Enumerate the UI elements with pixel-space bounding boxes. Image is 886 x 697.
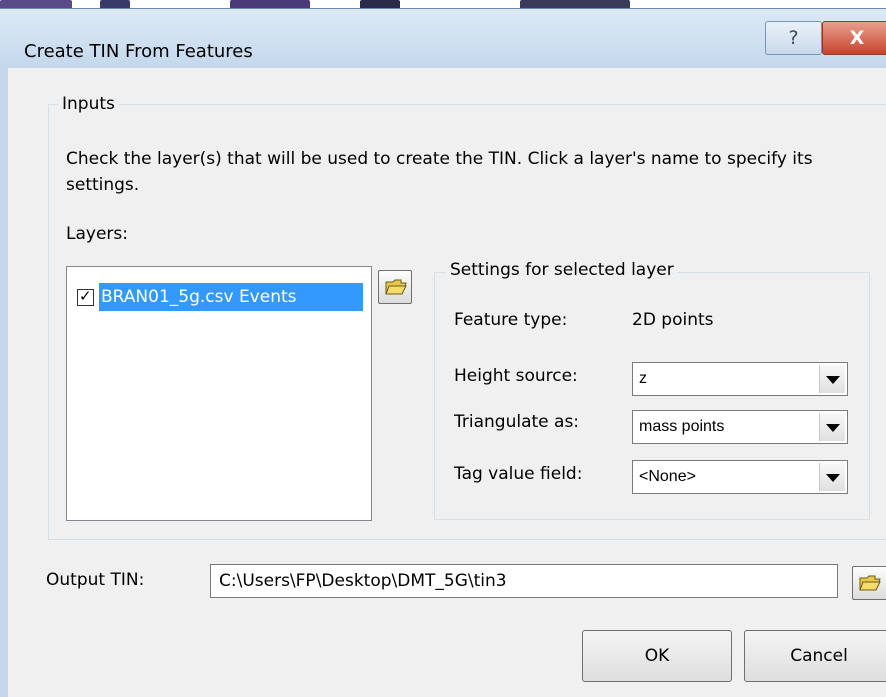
- window-frame: [0, 68, 8, 697]
- dropdown-arrow-icon: [826, 424, 840, 432]
- help-button[interactable]: ?: [765, 21, 822, 55]
- feature-type-value: 2D points: [632, 310, 714, 330]
- layer-item[interactable]: ✓ BRAN01_5g.csv Events: [75, 283, 365, 311]
- triangulate-label: Triangulate as:: [454, 412, 580, 432]
- output-tin-label: Output TIN:: [46, 570, 145, 590]
- dropdown-button[interactable]: [819, 365, 845, 393]
- title-bar[interactable]: Create TIN From Features ? X: [0, 8, 886, 68]
- layers-list[interactable]: ✓ BRAN01_5g.csv Events: [66, 266, 372, 521]
- open-folder-icon: [385, 279, 407, 295]
- close-icon: X: [849, 27, 865, 49]
- feature-type-label: Feature type:: [454, 310, 568, 330]
- settings-group-label: Settings for selected layer: [446, 260, 678, 280]
- cancel-button[interactable]: Cancel: [744, 630, 886, 682]
- height-source-value: z: [639, 370, 647, 387]
- close-button[interactable]: X: [822, 21, 886, 55]
- output-tin-field[interactable]: C:\Users\FP\Desktop\DMT_5G\tin3: [210, 564, 838, 598]
- open-folder-icon: [859, 575, 881, 591]
- window-title: Create TIN From Features: [24, 41, 253, 62]
- inputs-group-label: Inputs: [58, 94, 119, 114]
- help-icon: ?: [788, 27, 799, 49]
- instructions-text: Check the layer(s) that will be used to …: [66, 149, 813, 195]
- tag-value-value: <None>: [639, 468, 696, 485]
- height-source-label: Height source:: [454, 366, 578, 386]
- triangulate-dropdown[interactable]: mass points: [632, 410, 848, 444]
- browse-output-button[interactable]: [852, 566, 886, 600]
- dropdown-arrow-icon: [826, 376, 840, 384]
- ok-button[interactable]: OK: [582, 630, 732, 682]
- tag-value-label: Tag value field:: [454, 464, 583, 484]
- layers-label: Layers:: [66, 224, 128, 244]
- tag-value-dropdown[interactable]: <None>: [632, 460, 848, 494]
- add-layer-button[interactable]: [378, 270, 412, 304]
- dropdown-arrow-icon: [826, 474, 840, 482]
- triangulate-value: mass points: [639, 418, 725, 435]
- dropdown-button[interactable]: [819, 413, 845, 441]
- layer-checkbox[interactable]: ✓: [77, 287, 94, 306]
- checkbox-checked-icon: ✓: [79, 287, 92, 305]
- dropdown-button[interactable]: [819, 463, 845, 491]
- layer-name[interactable]: BRAN01_5g.csv Events: [99, 283, 363, 311]
- height-source-dropdown[interactable]: z: [632, 362, 848, 396]
